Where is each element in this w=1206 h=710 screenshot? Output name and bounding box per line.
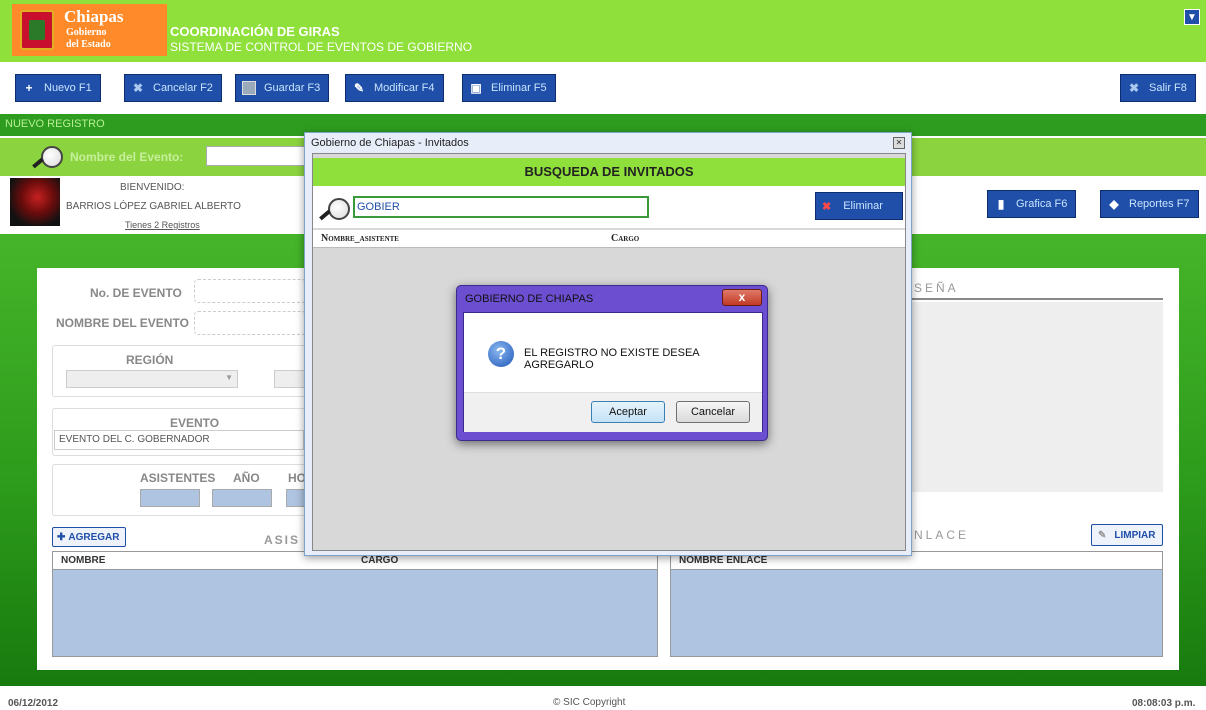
municipio-select[interactable] [274,370,308,388]
search-icon [319,198,350,220]
confirm-message: EL REGISTRO NO EXISTE DESEA AGREGARLO [524,347,700,371]
app-subtitle: SISTEMA DE CONTROL DE EVENTOS DE GOBIERN… [170,40,473,54]
eraser-icon: ✎ [1098,529,1107,541]
reportes-label: Reportes F7 [1129,198,1190,210]
main-toolbar: + Nuevo F1 ✖ Cancelar F2 Guardar F3 ✎ Modif… [0,62,1206,114]
logo-text-gobierno: Gobierno [66,27,107,38]
aceptar-button[interactable]: Aceptar [591,401,665,423]
grafica-button[interactable]: ▮ Grafica F6 [987,190,1077,218]
salir-button[interactable]: ✖ Salir F8 [1120,74,1196,102]
col-nombre-asistente: Nombre_asistente [321,233,399,244]
asistentes-field[interactable] [140,489,200,507]
footer-time: 08:08:03 p.m. [1132,698,1196,709]
search-icon [32,146,63,168]
footer-date: 06/12/2012 [8,698,59,709]
busqueda-area: GOBIER ✖ Eliminar [313,186,905,228]
status-footer: 06/12/2012 © SIC Copyright 08:08:03 p.m. [0,696,1206,710]
enlace-label: NLACE [914,528,970,542]
limpiar-button[interactable]: ✎ LIMPIAR [1091,524,1163,546]
chevron-down-icon: ▼ [225,373,233,382]
app-title: COORDINACIÓN DE GIRAS [170,24,340,39]
evento-field[interactable]: EVENTO DEL C. GOBERNADOR [54,430,304,450]
asistentes-table: NOMBRE CARGO [52,551,658,657]
trash-icon: ▣ [470,81,482,95]
chiapas-logo: Chiapas Gobierno del Estado [12,4,167,56]
user-name: BARRIOS LÓPEZ GABRIEL ALBERTO [66,201,241,212]
hora-field[interactable] [286,489,306,507]
enlaces-table: NOMBRE ENLACE [670,551,1163,657]
invitado-search-input[interactable]: GOBIER [353,196,649,218]
resena-label: SEÑA [914,281,959,295]
avatar [10,178,60,226]
limpiar-label: LIMPIAR [1114,529,1156,541]
nombre-evento-field[interactable] [194,311,306,335]
evento-label: EVENTO [170,416,220,430]
confirm-dialog: GOBIERNO DE CHIAPAS x ? EL REGISTRO NO E… [456,285,768,441]
anio-field[interactable] [212,489,272,507]
registros-link[interactable]: Tienes 2 Registros [125,220,200,230]
chevron-down-icon[interactable]: ▼ [1184,9,1200,25]
busqueda-heading: BUSQUEDA DE INVITADOS [313,158,905,186]
nuevo-registro-label: NUEVO REGISTRO [5,118,105,130]
region-select[interactable]: ▼ [66,370,238,388]
cancelar-label: Cancelar F2 [153,82,213,94]
agregar-label: AGREGAR [68,531,120,543]
exit-icon: ✖ [1128,81,1140,95]
agregar-button[interactable]: ✚ AGREGAR [52,527,126,547]
guardar-label: Guardar F3 [264,82,321,94]
cancelar-button[interactable]: ✖ Cancelar F2 [124,74,222,102]
reportes-button[interactable]: ◆ Reportes F7 [1100,190,1199,218]
chart-icon: ▮ [997,197,1005,211]
cancelar-dialog-button[interactable]: Cancelar [676,401,750,423]
save-icon [242,81,256,95]
eliminar-button[interactable]: ▣ Eliminar F5 [462,74,556,102]
x-icon: ✖ [822,200,832,213]
asistentes-label: ASISTENTES [140,471,216,485]
col-cargo: CARGO [361,555,399,566]
no-evento-label: No. DE EVENTO [90,286,182,300]
modificar-label: Modificar F4 [374,82,435,94]
confirm-body: ? EL REGISTRO NO EXISTE DESEA AGREGARLO … [463,312,763,432]
report-icon: ◆ [1109,197,1119,211]
nuevo-label: Nuevo F1 [44,82,92,94]
col-nombre-enlace: NOMBRE ENLACE [679,555,768,566]
search-label: Nombre del Evento: [70,150,184,164]
grafica-label: Grafica F6 [1016,198,1068,210]
question-icon: ? [488,341,514,367]
guardar-button[interactable]: Guardar F3 [235,74,330,102]
logo-text-chiapas: Chiapas [64,7,124,26]
col-cargo: Cargo [611,233,640,244]
close-icon[interactable]: x [722,289,762,306]
app-header: Chiapas Gobierno del Estado COORDINACIÓN… [0,0,1206,62]
col-nombre: NOMBRE [61,555,106,566]
nombre-evento-label: NOMBRE DEL EVENTO [56,316,189,330]
invitados-grid-header: Nombre_asistente Cargo [313,230,905,248]
resena-textarea[interactable] [912,302,1163,492]
resena-divider [912,298,1163,300]
region-label: REGIÓN [126,353,174,367]
pencil-icon: ✎ [353,81,365,95]
plus-icon: + [25,81,33,95]
nuevo-button[interactable]: + Nuevo F1 [15,74,101,102]
dialog-title: Gobierno de Chiapas - Invitados [311,137,469,149]
anio-label: AÑO [233,471,260,485]
no-evento-field[interactable] [194,279,306,303]
x-icon: ✖ [132,81,144,95]
logo-text-estado: del Estado [66,39,111,50]
asis-label: ASIS [264,533,301,547]
footer-copyright: © SIC Copyright [553,697,626,708]
coat-of-arms-icon [20,10,54,50]
confirm-title: GOBIERNO DE CHIAPAS [465,293,594,305]
welcome-label: BIENVENIDO: [120,182,185,193]
eliminar-invitado-button[interactable]: ✖ Eliminar [815,192,903,220]
close-icon[interactable]: ✕ [893,137,905,149]
event-search-input[interactable] [206,146,306,166]
confirm-footer: Aceptar Cancelar [464,392,762,432]
eliminar-label: Eliminar F5 [491,82,547,94]
eliminar-invitado-label: Eliminar [843,200,883,212]
modificar-button[interactable]: ✎ Modificar F4 [345,74,444,102]
salir-label: Salir F8 [1149,82,1187,94]
plus-icon: ✚ [57,531,66,543]
